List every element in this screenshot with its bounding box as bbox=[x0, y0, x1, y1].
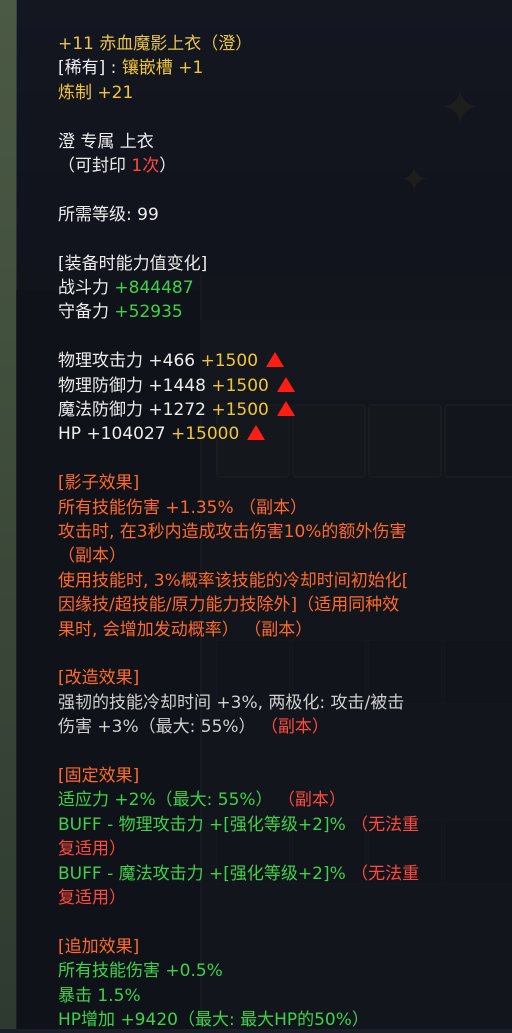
no-stack-tag: 复适用） bbox=[58, 888, 126, 909]
defense-row: 守备力 +52935 bbox=[58, 300, 512, 324]
shadow-effect-line: 使用技能时, 3%概率该技能的冷却时间初始化[ bbox=[58, 570, 409, 591]
stat-up-icon bbox=[247, 425, 266, 441]
modify-effect-line: 强韧的技能冷却时间 +3%, 两极化: 攻击/被击 bbox=[58, 692, 405, 713]
stat-label: 魔法防御力 +1272 bbox=[58, 400, 212, 421]
stat-bonus: +15000 bbox=[170, 424, 240, 445]
extra-effect-header: [追加效果] bbox=[58, 936, 140, 957]
stat-bonus: +1500 bbox=[211, 375, 269, 396]
seal-prefix: （可封印 bbox=[58, 156, 132, 177]
rarity-label: [稀有] : bbox=[58, 58, 122, 79]
stat-up-icon bbox=[266, 352, 285, 368]
dungeon-tag: （副本） bbox=[277, 790, 346, 811]
fixed-effect-line: BUFF - 魔法攻击力 +[强化等级+2]% （无法重 bbox=[58, 862, 512, 886]
no-stack-tag: （无法重 bbox=[351, 863, 420, 884]
stat-row: 物理攻击力 +466 +1500 bbox=[58, 349, 512, 373]
extra-effect-line: 所有技能伤害 +0.5% bbox=[58, 961, 223, 982]
item-name: +11 赤血魔影上衣（澄） bbox=[58, 34, 253, 54]
rarity-value: 镶嵌槽 +1 bbox=[121, 58, 204, 79]
fixed-effect-text: 适应力 +2%（最大: 55%） bbox=[58, 790, 278, 811]
stat-bonus: +1500 bbox=[211, 400, 269, 421]
modify-effect-line: 伤害 +3%（最大: 55%） （副本） bbox=[58, 715, 512, 739]
fixed-effect-text: BUFF - 魔法攻击力 +[强化等级+2]% bbox=[58, 863, 352, 884]
stat-bonus: +1500 bbox=[200, 351, 259, 372]
shadow-effect-line: 攻击时, 在3秒内造成攻击伤害10%的额外伤害 bbox=[58, 522, 407, 543]
stat-row: HP +104027 +15000 bbox=[58, 422, 512, 446]
stat-label: HP +104027 bbox=[58, 424, 171, 445]
seal-line: （可封印 1次） bbox=[58, 154, 512, 178]
left-ui-strip bbox=[0, 0, 16, 1029]
power-label: 战斗力 bbox=[58, 278, 115, 299]
no-stack-tag: （无法重 bbox=[351, 814, 420, 835]
refine-value: +21 bbox=[97, 82, 134, 103]
seal-suffix: ） bbox=[159, 156, 177, 177]
stat-up-icon bbox=[276, 376, 295, 392]
modify-effect-text: 伤害 +3%（最大: 55%） bbox=[58, 717, 261, 738]
fixed-effect-text: BUFF - 物理攻击力 +[强化等级+2]% bbox=[58, 814, 352, 835]
fixed-effect-header: [固定效果] bbox=[58, 766, 140, 787]
class-line: 澄 专属 上衣 bbox=[58, 131, 154, 152]
shadow-effect-line: 所有技能伤害 +1.35% （副本） bbox=[58, 497, 308, 518]
fixed-effect-line: 适应力 +2%（最大: 55%） （副本） bbox=[58, 788, 512, 812]
fixed-effect-line: BUFF - 物理攻击力 +[强化等级+2]% （无法重 bbox=[58, 813, 512, 837]
tooltip-content: +11 赤血魔影上衣（澄） [稀有] : 镶嵌槽 +1 炼制 +21 澄 专属 … bbox=[58, 32, 512, 1033]
defense-value: +52935 bbox=[114, 302, 183, 323]
shadow-effect-header: [影子效果] bbox=[58, 473, 140, 494]
refine-line: 炼制 +21 bbox=[58, 81, 512, 105]
refine-label: 炼制 bbox=[58, 82, 98, 103]
level-requirement: 所需等级: 99 bbox=[58, 204, 159, 225]
stat-row: 魔法防御力 +1272 +1500 bbox=[58, 398, 512, 422]
power-change-header: [装备时能力值变化] bbox=[58, 253, 208, 274]
power-row: 战斗力 +844487 bbox=[58, 276, 512, 300]
stat-label: 物理攻击力 +466 bbox=[58, 351, 201, 372]
no-stack-tag: 复适用） bbox=[58, 839, 126, 860]
shadow-effect-line: 因缘技/超技能/原力能力技除外]（适用同种效 bbox=[58, 595, 400, 616]
shadow-effect-line: （副本） bbox=[58, 546, 126, 567]
stat-row: 物理防御力 +1448 +1500 bbox=[58, 374, 512, 398]
seal-count: 1次 bbox=[131, 156, 160, 177]
extra-effect-line: 暴击 1.5% bbox=[58, 985, 141, 1006]
shadow-effect-line: 果时, 会增加发动概率） （副本） bbox=[58, 619, 313, 640]
modify-effect-header: [改造效果] bbox=[58, 668, 140, 689]
power-value: +844487 bbox=[114, 278, 194, 299]
stat-up-icon bbox=[276, 401, 295, 417]
stat-label: 物理防御力 +1448 bbox=[58, 375, 212, 396]
item-tooltip: +11 赤血魔影上衣（澄） [稀有] : 镶嵌槽 +1 炼制 +21 澄 专属 … bbox=[17, 0, 512, 1030]
rarity-line: [稀有] : 镶嵌槽 +1 bbox=[58, 56, 512, 80]
dungeon-tag: （副本） bbox=[260, 717, 329, 738]
defense-label: 守备力 bbox=[58, 302, 115, 323]
